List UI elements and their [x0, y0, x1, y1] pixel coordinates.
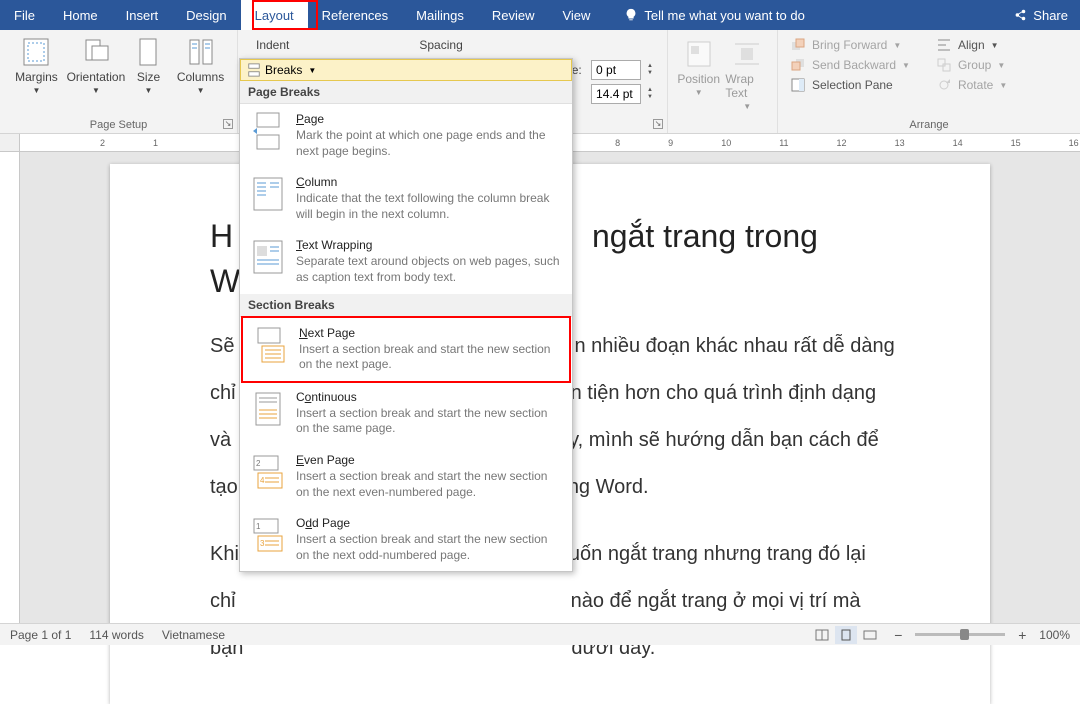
view-web-layout[interactable] — [859, 626, 881, 644]
tab-view[interactable]: View — [548, 0, 604, 30]
tab-home[interactable]: Home — [49, 0, 112, 30]
align-icon — [936, 37, 952, 53]
continuous-break-icon — [251, 390, 285, 428]
wrap-text-button[interactable]: Wrap Text▼ — [725, 36, 769, 133]
break-next-page[interactable]: Next PageInsert a section break and star… — [241, 316, 571, 383]
paragraph-launcher[interactable]: ↘ — [653, 119, 663, 129]
break-text-wrapping[interactable]: Text WrappingSeparate text around object… — [240, 230, 572, 293]
page-setup-launcher[interactable]: ↘ — [223, 119, 233, 129]
odd-page-break-icon: 13 — [251, 516, 285, 554]
zoom-level[interactable]: 100% — [1039, 628, 1070, 642]
size-icon — [132, 36, 164, 68]
lightbulb-icon — [624, 8, 638, 22]
web-layout-icon — [863, 629, 877, 641]
page-break-icon — [251, 112, 285, 150]
send-backward-icon — [790, 57, 806, 73]
zoom-in-button[interactable]: + — [1015, 627, 1029, 643]
margins-button[interactable]: Margins▼ — [8, 34, 65, 95]
break-even-page[interactable]: 24 Even PageInsert a section break and s… — [240, 445, 572, 508]
status-language[interactable]: Vietnamese — [162, 628, 225, 642]
tab-mailings[interactable]: Mailings — [402, 0, 478, 30]
share-button[interactable]: Share — [1013, 8, 1068, 23]
align-button[interactable]: Align ▼ — [932, 36, 1011, 54]
rotate-icon — [936, 77, 952, 93]
columns-button[interactable]: Columns▼ — [172, 34, 229, 95]
doc-line-6: chỉnào để ngắt trang ở mọi vị trí mà — [210, 583, 910, 620]
group-label-arrange: Arrange — [778, 119, 1080, 131]
group-button[interactable]: Group ▼ — [932, 56, 1011, 74]
svg-text:4: 4 — [260, 476, 265, 485]
spacing-before-input[interactable] — [591, 60, 641, 80]
spacing-label: Spacing — [419, 38, 462, 52]
break-odd-page[interactable]: 13 Odd PageInsert a section break and st… — [240, 508, 572, 571]
svg-text:1: 1 — [256, 522, 261, 531]
position-button[interactable]: Position▼ — [676, 36, 721, 133]
status-bar: Page 1 of 1 114 words Vietnamese − + 100… — [0, 623, 1080, 645]
status-page[interactable]: Page 1 of 1 — [10, 628, 71, 642]
svg-text:3: 3 — [260, 539, 265, 548]
break-continuous[interactable]: ContinuousInsert a section break and sta… — [240, 382, 572, 445]
tell-me-box[interactable]: Tell me what you want to do — [624, 8, 804, 23]
zoom-out-button[interactable]: − — [891, 627, 905, 643]
tab-file[interactable]: File — [0, 0, 49, 30]
text-wrap-break-icon — [251, 238, 285, 276]
vertical-ruler[interactable] — [0, 152, 20, 623]
wrap-text-icon — [731, 38, 763, 70]
orientation-button[interactable]: Orientation▼ — [67, 34, 125, 95]
view-read-mode[interactable] — [811, 626, 833, 644]
break-column[interactable]: ColumnIndicate that the text following t… — [240, 167, 572, 230]
page-breaks-header: Page Breaks — [240, 81, 572, 104]
next-page-break-icon — [254, 326, 288, 364]
break-page[interactable]: PPageageMark the point at which one page… — [240, 104, 572, 167]
ruler-corner — [0, 134, 20, 152]
spacing-after-input[interactable] — [591, 84, 641, 104]
selection-pane-icon — [790, 77, 806, 93]
after-spinner[interactable]: ▲▼ — [647, 87, 653, 101]
tab-references[interactable]: References — [308, 0, 402, 30]
breaks-icon — [247, 63, 261, 77]
share-icon — [1013, 8, 1027, 22]
group-icon — [936, 57, 952, 73]
position-icon — [683, 38, 715, 70]
rotate-button[interactable]: Rotate ▼ — [932, 76, 1011, 94]
print-layout-icon — [839, 629, 853, 641]
breaks-button[interactable]: Breaks▼ — [240, 59, 572, 81]
tab-review[interactable]: Review — [478, 0, 549, 30]
selection-pane-button[interactable]: Selection Pane — [786, 76, 914, 94]
column-break-icon — [251, 175, 285, 213]
orientation-icon — [80, 36, 112, 68]
svg-text:2: 2 — [256, 459, 261, 468]
indent-label: Indent — [256, 38, 289, 52]
breaks-dropdown: Breaks▼ Page Breaks PPageageMark the poi… — [239, 58, 573, 572]
tab-layout[interactable]: Layout — [241, 0, 308, 30]
read-mode-icon — [815, 629, 829, 641]
columns-icon — [185, 36, 217, 68]
ribbon-tabs: File Home Insert Design Layout Reference… — [0, 0, 1080, 30]
group-label-page-setup: Page Setup — [0, 119, 237, 131]
section-breaks-header: Section Breaks — [240, 294, 572, 317]
zoom-slider[interactable] — [915, 633, 1005, 636]
before-spinner[interactable]: ▲▼ — [647, 63, 653, 77]
size-button[interactable]: Size▼ — [127, 34, 170, 95]
even-page-break-icon: 24 — [251, 453, 285, 491]
status-words[interactable]: 114 words — [89, 628, 143, 642]
margins-icon — [20, 36, 52, 68]
send-backward-button[interactable]: Send Backward ▼ — [786, 56, 914, 74]
tab-design[interactable]: Design — [172, 0, 240, 30]
bring-forward-button[interactable]: Bring Forward ▼ — [786, 36, 914, 54]
view-print-layout[interactable] — [835, 626, 857, 644]
bring-forward-icon — [790, 37, 806, 53]
tab-insert[interactable]: Insert — [112, 0, 173, 30]
